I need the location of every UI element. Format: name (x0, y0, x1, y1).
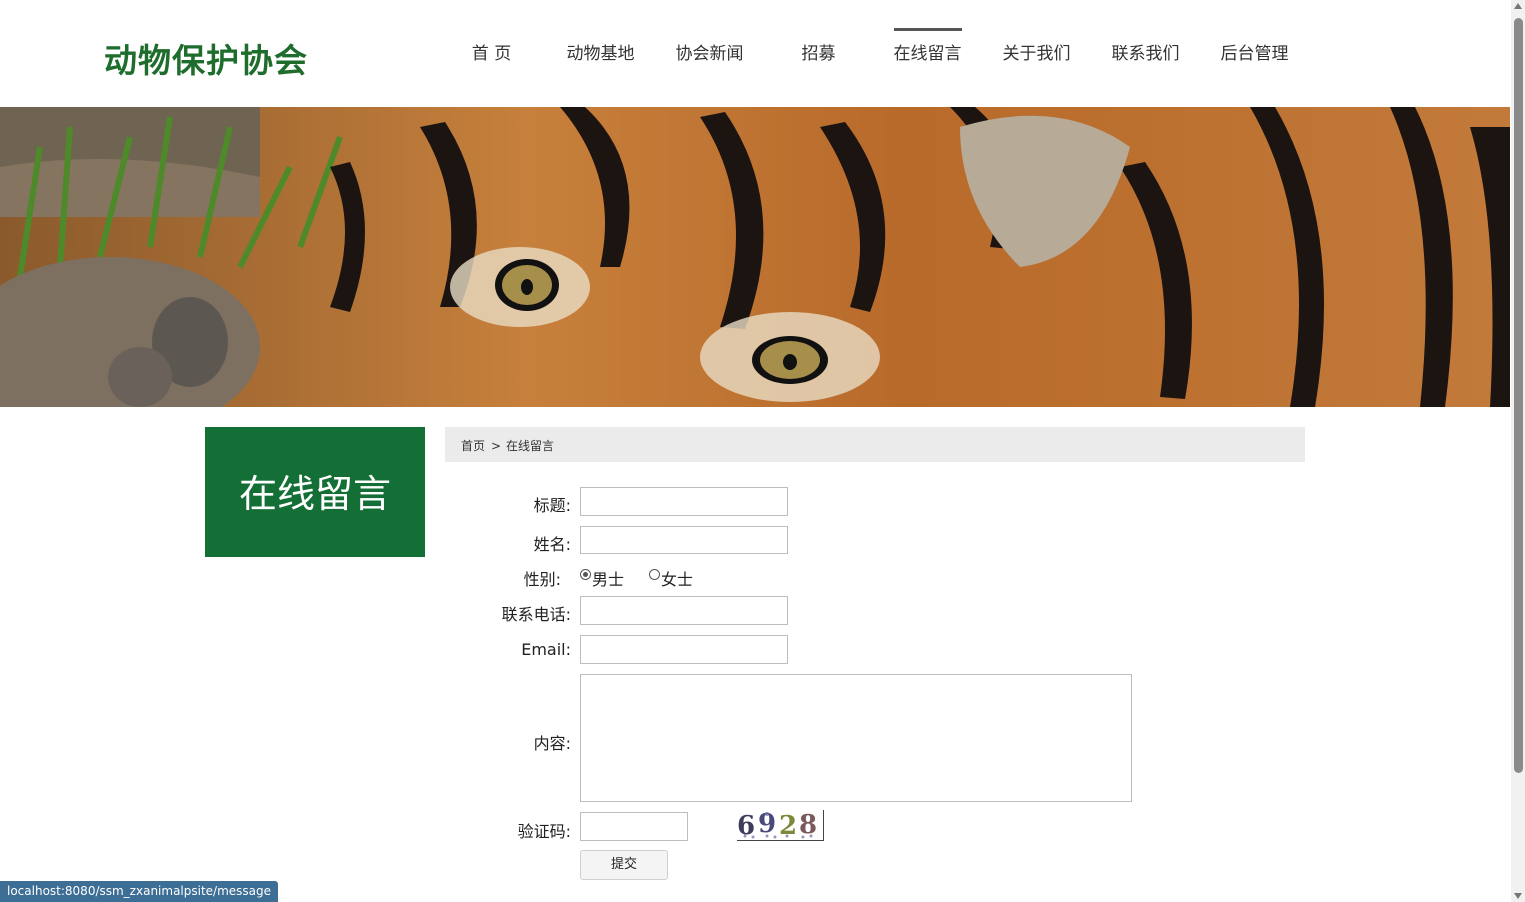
nav-message-label: 在线留言 (893, 44, 962, 64)
nav-news[interactable]: 协会新闻 (655, 28, 764, 80)
status-bar-url: localhost:8080/ssm_zxanimalpsite/message (0, 881, 279, 902)
sidebar-title: 在线留言 (205, 427, 425, 557)
hero-banner-tiger (0, 107, 1510, 407)
phone-label: 联系电话: (501, 605, 571, 624)
email-label: Email: (521, 640, 571, 659)
nav-about[interactable]: 关于我们 (982, 28, 1091, 80)
breadcrumb-home[interactable]: 首页 (461, 427, 485, 465)
gender-female-radio[interactable] (649, 569, 660, 580)
site-logo[interactable]: 动物保护协会 (104, 34, 308, 82)
title-input[interactable] (580, 487, 788, 516)
nav-home[interactable]: 首 页 (437, 28, 546, 80)
scroll-down-arrow-icon[interactable] (1514, 893, 1522, 899)
breadcrumb: 首页 > 在线留言 (445, 427, 1305, 462)
gender-male-radio[interactable] (580, 569, 591, 580)
nav-message[interactable]: 在线留言 (873, 28, 982, 80)
nav-contact[interactable]: 联系我们 (1091, 28, 1200, 80)
captcha-input[interactable] (580, 812, 688, 841)
vertical-scrollbar[interactable] (1511, 0, 1525, 902)
scrollbar-thumb[interactable] (1514, 18, 1523, 773)
submit-button[interactable]: 提交 (580, 850, 668, 880)
nav-active-indicator (894, 28, 962, 31)
scroll-up-arrow-icon[interactable] (1514, 3, 1522, 9)
content-label: 内容: (533, 734, 571, 753)
name-input[interactable] (580, 526, 788, 554)
gender-label: 性别: (523, 570, 561, 589)
nav-animal-base[interactable]: 动物基地 (546, 28, 655, 80)
radio-checked-dot (583, 572, 588, 577)
nav-admin[interactable]: 后台管理 (1200, 28, 1309, 80)
email-input[interactable] (580, 635, 788, 664)
captcha-label: 验证码: (517, 822, 571, 841)
breadcrumb-current: 在线留言 (506, 439, 555, 453)
captcha-graphic: 6 9 2 8 (737, 809, 817, 841)
nav-recruit[interactable]: 招募 (764, 28, 873, 80)
gender-male-label[interactable]: 男士 (592, 566, 624, 590)
name-label: 姓名: (533, 535, 571, 554)
gender-female-label[interactable]: 女士 (661, 566, 693, 590)
phone-input[interactable] (580, 596, 788, 625)
captcha-image[interactable]: 6 9 2 8 (737, 809, 824, 841)
title-label: 标题: (533, 496, 571, 515)
tiger-banner-image (0, 107, 1510, 407)
breadcrumb-separator: > (491, 439, 502, 453)
captcha-digit-4: 8 (799, 810, 817, 840)
content-textarea[interactable] (580, 674, 1132, 802)
